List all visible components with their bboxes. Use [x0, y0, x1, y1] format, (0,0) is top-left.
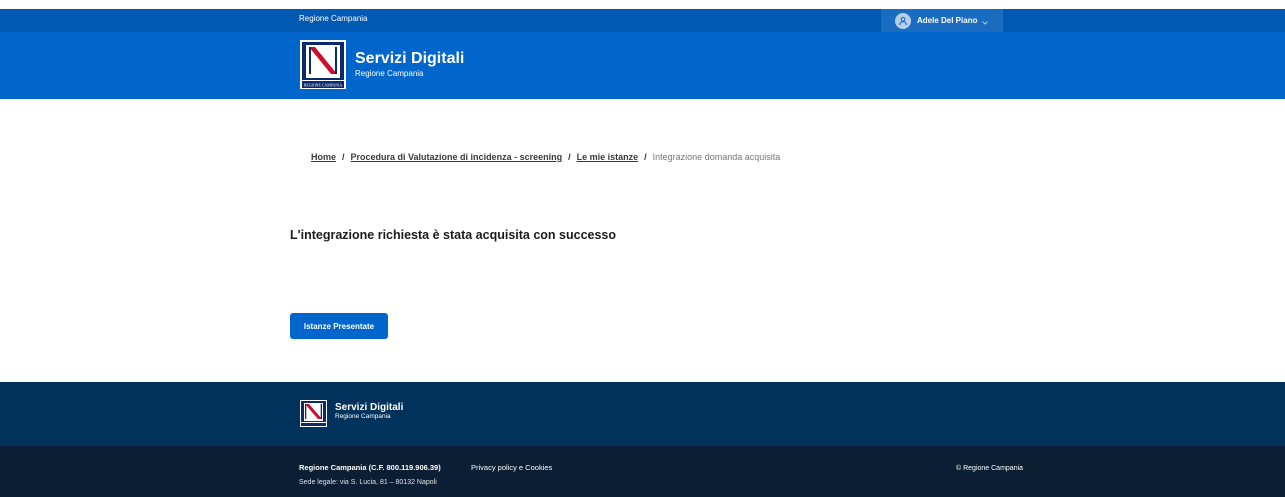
- breadcrumb: Home / Procedura di Valutazione di incid…: [311, 152, 780, 162]
- site-subtitle: Regione Campania: [355, 69, 424, 78]
- breadcrumb-current: Integrazione domanda acquisita: [652, 152, 781, 162]
- footer-address: Sede legale: via S. Lucia, 81 – 80132 Na…: [299, 479, 437, 486]
- user-icon: [895, 12, 911, 29]
- footer-subtitle: Regione Campania: [335, 413, 391, 420]
- breadcrumb-mie-istanze[interactable]: Le mie istanze: [577, 152, 639, 162]
- footer-entity: Regione Campania (C.F. 800.119.906.39): [299, 463, 441, 472]
- user-menu[interactable]: Adele Del Piano: [881, 9, 1003, 32]
- breadcrumb-separator: /: [342, 152, 345, 162]
- footer-logo[interactable]: [300, 400, 327, 427]
- site-title: Servizi Digitali: [355, 50, 465, 67]
- footer-brand-bar: Servizi Digitali Regione Campania: [0, 382, 1285, 446]
- chevron-down-icon: [982, 12, 989, 30]
- header: REGIONE CAMPANIA Servizi Digitali Region…: [0, 32, 1285, 99]
- footer-brand[interactable]: Servizi Digitali Regione Campania: [335, 402, 403, 420]
- privacy-link[interactable]: Privacy policy e Cookies: [471, 463, 552, 472]
- breadcrumb-separator: /: [644, 152, 647, 162]
- breadcrumb-procedura[interactable]: Procedura di Valutazione di incidenza - …: [351, 152, 563, 162]
- breadcrumb-separator: /: [568, 152, 571, 162]
- region-link[interactable]: Regione Campania: [299, 14, 368, 23]
- success-message: L'integrazione richiesta è stata acquisi…: [290, 228, 617, 242]
- footer-title: Servizi Digitali: [335, 402, 404, 413]
- footer-info-bar: Regione Campania (C.F. 800.119.906.39) S…: [0, 446, 1285, 497]
- footer-copyright: © Regione Campania: [956, 465, 1024, 472]
- site-brand[interactable]: Servizi Digitali Regione Campania: [355, 50, 464, 78]
- user-name: Adele Del Piano: [917, 16, 978, 25]
- top-bar: Regione Campania Adele Del Piano: [0, 9, 1285, 32]
- breadcrumb-home[interactable]: Home: [311, 152, 336, 162]
- regione-campania-logo[interactable]: REGIONE CAMPANIA: [300, 40, 346, 89]
- logo-caption: REGIONE CAMPANIA: [304, 84, 343, 88]
- istanze-presentate-button[interactable]: Istanze Presentate: [290, 313, 388, 339]
